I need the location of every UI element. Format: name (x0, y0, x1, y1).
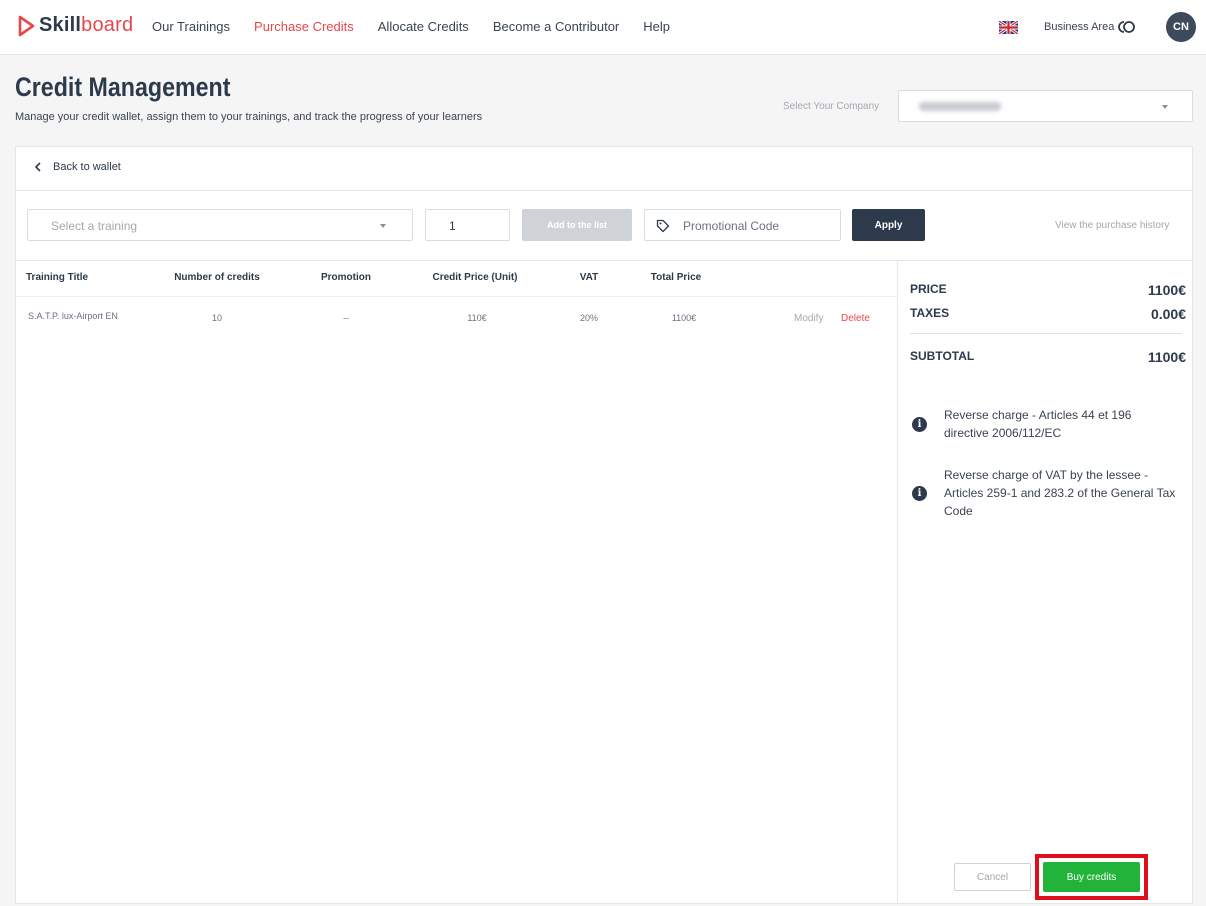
chevron-down-icon (380, 224, 386, 228)
logo-arrow-icon (18, 15, 35, 36)
column-header-credits: Number of credits (174, 272, 260, 283)
back-to-wallet-label: Back to wallet (53, 161, 121, 173)
blurred-company-name (919, 102, 1001, 111)
apply-button[interactable]: Apply (852, 209, 925, 241)
price-row: PRICE 1100€ (910, 282, 1186, 298)
training-select-placeholder: Select a training (51, 219, 138, 233)
header-divider (16, 296, 897, 297)
price-value: 1100€ (1147, 282, 1186, 298)
cart-table: Training Title Number of credits Promoti… (16, 261, 898, 903)
order-summary: PRICE 1100€ TAXES 0.00€ SUBTOTAL 1100€ i… (898, 261, 1192, 903)
nav-our-trainings[interactable]: Our Trainings (152, 19, 230, 34)
cell-unit-price: 110€ (467, 313, 487, 323)
tax-note-text: Reverse charge - Articles 44 et 196 dire… (944, 408, 1132, 440)
cell-vat: 20% (579, 313, 599, 323)
cell-total: 1100€ (671, 313, 697, 323)
column-header-vat: VAT (579, 272, 599, 283)
taxes-row: TAXES 0.00€ (910, 306, 1186, 322)
column-header-title: Training Title (26, 272, 89, 283)
back-to-wallet-link[interactable]: Back to wallet (34, 161, 121, 173)
quantity-input[interactable]: 1 (425, 209, 510, 241)
purchase-history-link[interactable]: View the purchase history (1055, 220, 1169, 231)
subtotal-label: SUBTOTAL (910, 349, 975, 363)
tax-note-text: Reverse charge of VAT by the lessee - Ar… (944, 468, 1176, 518)
summary-divider (910, 333, 1182, 334)
page-title: Credit Management (15, 72, 231, 102)
nav-become-contributor[interactable]: Become a Contributor (493, 19, 619, 34)
add-to-list-button[interactable]: Add to the list (522, 209, 632, 241)
buy-credits-button[interactable]: Buy credits (1043, 862, 1140, 892)
page-subtitle: Manage your credit wallet, assign them t… (15, 111, 483, 123)
purchase-card: Back to wallet Select a training 1 Add t… (15, 146, 1193, 904)
cell-promotion: -- (343, 313, 349, 323)
back-row: Back to wallet (16, 147, 1192, 191)
column-header-total: Total Price (650, 272, 702, 283)
cell-credits: 10 (211, 313, 223, 323)
nav-help[interactable]: Help (643, 19, 670, 34)
modify-link[interactable]: Modify (794, 313, 823, 324)
business-area-label: Business Area (1044, 21, 1115, 33)
tag-icon (656, 219, 670, 233)
subtotal-row: SUBTOTAL 1100€ (910, 349, 1186, 365)
taxes-value: 0.00€ (1150, 306, 1186, 322)
business-area-toggle-icon[interactable] (1118, 20, 1136, 34)
training-select[interactable]: Select a training (27, 209, 413, 241)
taxes-label: TAXES (910, 306, 950, 320)
top-navbar: Skillboard Our Trainings Purchase Credit… (0, 0, 1206, 55)
main-nav: Our Trainings Purchase Credits Allocate … (152, 19, 694, 34)
cell-title: S.A.T.P. lux-Airport EN (28, 311, 118, 321)
promo-code-input[interactable]: Promotional Code (644, 209, 841, 241)
uk-flag-icon[interactable] (999, 21, 1018, 34)
nav-allocate-credits[interactable]: Allocate Credits (378, 19, 469, 34)
chevron-down-icon (1162, 105, 1168, 109)
column-header-promotion: Promotion (321, 272, 371, 283)
subtotal-value: 1100€ (1147, 349, 1186, 365)
company-select[interactable] (898, 90, 1193, 122)
company-select-label: Select Your Company (783, 101, 880, 112)
logo-text: Skillboard (39, 14, 134, 36)
user-avatar[interactable]: CN (1166, 12, 1196, 42)
info-icon: i (912, 486, 927, 501)
promo-code-placeholder: Promotional Code (683, 219, 780, 233)
nav-purchase-credits[interactable]: Purchase Credits (254, 19, 354, 34)
price-label: PRICE (910, 282, 947, 296)
cancel-button[interactable]: Cancel (954, 863, 1031, 891)
skillboard-logo[interactable]: Skillboard (18, 14, 133, 37)
info-icon: i (912, 417, 927, 432)
chevron-left-icon (34, 162, 41, 172)
column-header-unit-price: Credit Price (Unit) (432, 272, 518, 283)
delete-link[interactable]: Delete (841, 313, 870, 324)
